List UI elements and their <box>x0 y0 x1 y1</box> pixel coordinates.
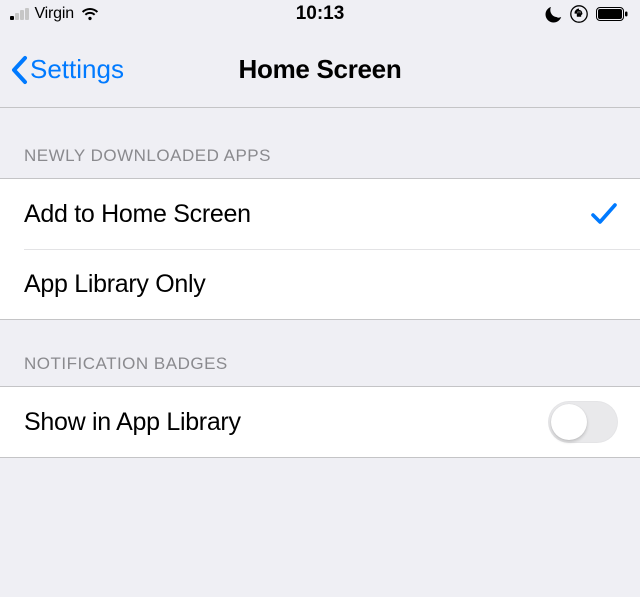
chevron-left-icon <box>10 55 28 85</box>
back-label: Settings <box>30 54 124 85</box>
option-label: App Library Only <box>24 270 205 299</box>
toggle-knob <box>551 404 587 440</box>
status-right <box>545 5 628 23</box>
checkmark-icon <box>590 201 618 227</box>
orientation-lock-icon <box>570 5 588 23</box>
group-notification-badges: Show in App Library <box>0 386 640 458</box>
battery-icon <box>596 7 628 21</box>
do-not-disturb-icon <box>545 6 562 23</box>
option-label: Add to Home Screen <box>24 200 251 229</box>
row-label: Show in App Library <box>24 408 241 437</box>
option-app-library-only[interactable]: App Library Only <box>0 249 640 319</box>
section-header-newly-downloaded: NEWLY DOWNLOADED APPS <box>0 108 640 178</box>
carrier-label: Virgin <box>35 5 74 23</box>
show-in-app-library-toggle[interactable] <box>548 401 618 443</box>
row-show-in-app-library: Show in App Library <box>0 387 640 457</box>
option-add-to-home-screen[interactable]: Add to Home Screen <box>0 179 640 249</box>
status-bar: Virgin 10:13 <box>0 0 640 28</box>
group-newly-downloaded: Add to Home Screen App Library Only <box>0 178 640 320</box>
wifi-icon <box>80 7 100 21</box>
nav-header: Settings Home Screen <box>0 28 640 108</box>
status-left: Virgin <box>10 5 100 23</box>
signal-strength-icon <box>10 8 29 20</box>
section-header-notification-badges: NOTIFICATION BADGES <box>0 320 640 386</box>
status-time: 10:13 <box>296 3 345 25</box>
back-button[interactable]: Settings <box>10 54 124 85</box>
